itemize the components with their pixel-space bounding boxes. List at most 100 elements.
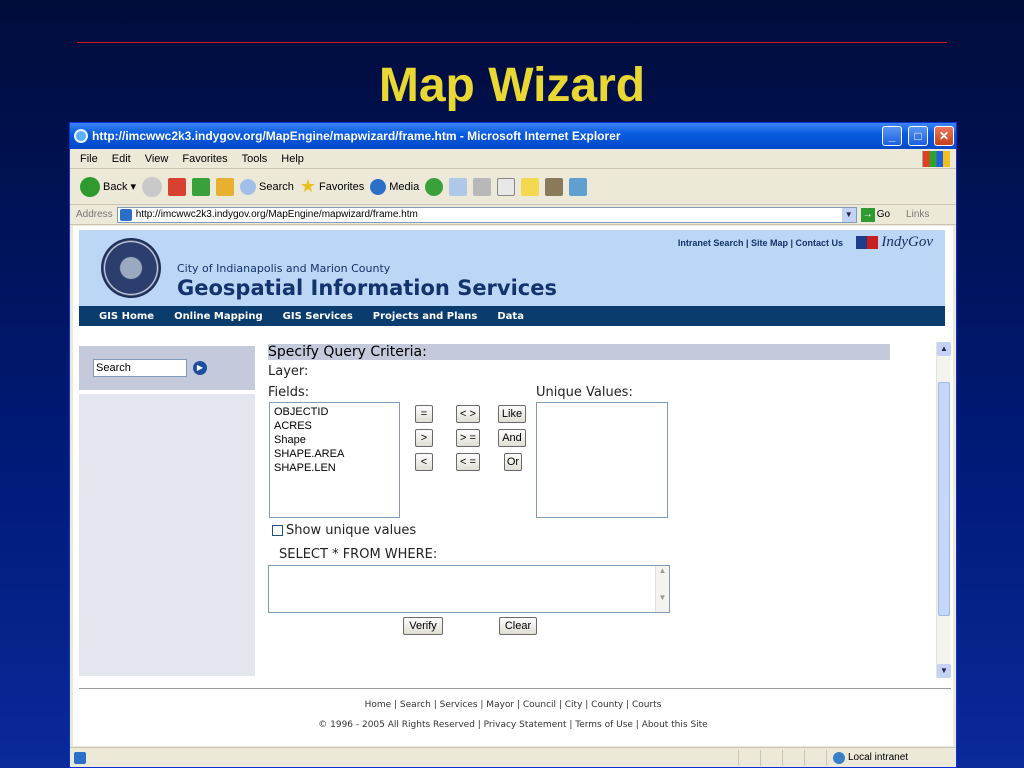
- op-less-equal-button[interactable]: < =: [456, 453, 480, 471]
- site-nav: GIS Home Online Mapping GIS Services Pro…: [79, 306, 945, 326]
- scroll-thumb[interactable]: [938, 382, 950, 616]
- go-button[interactable]: → Go: [860, 207, 890, 222]
- favorites-label: Favorites: [319, 180, 365, 193]
- research-button[interactable]: [545, 177, 564, 196]
- back-button[interactable]: Back ▾: [80, 176, 136, 197]
- address-bar: Address http://imcwwc2k3.indygov.org/Map…: [70, 205, 956, 225]
- op-greater-button[interactable]: >: [415, 429, 433, 447]
- media-icon: [370, 178, 387, 195]
- address-dropdown[interactable]: ▼: [841, 207, 856, 222]
- show-unique-label: Show unique values: [286, 523, 417, 538]
- sql-label: SELECT * FROM WHERE:: [279, 547, 438, 562]
- op-less-button[interactable]: <: [415, 453, 433, 471]
- org-name: City of Indianapolis and Marion County: [177, 262, 391, 275]
- indygov-logo[interactable]: IndyGov: [856, 234, 933, 251]
- search-label: Search: [259, 180, 294, 193]
- nav-projects-plans[interactable]: Projects and Plans: [373, 311, 478, 322]
- field-item[interactable]: Shape: [274, 433, 395, 447]
- menu-edit[interactable]: Edit: [112, 153, 131, 165]
- forward-button[interactable]: [142, 176, 162, 197]
- op-equals-button[interactable]: =: [415, 405, 433, 423]
- footer-links[interactable]: Home | Search | Services | Mayor | Counc…: [73, 700, 953, 710]
- page-status-icon: [74, 751, 86, 764]
- minimize-button[interactable]: _: [882, 126, 902, 146]
- media-button[interactable]: Media: [370, 178, 419, 195]
- history-button[interactable]: [425, 177, 444, 196]
- field-item[interactable]: SHAPE.AREA: [274, 447, 395, 461]
- verify-button[interactable]: Verify: [403, 617, 443, 635]
- search-go-icon[interactable]: ▶: [193, 361, 207, 375]
- unique-values-list[interactable]: [536, 402, 668, 518]
- nav-online-mapping[interactable]: Online Mapping: [174, 311, 263, 322]
- frame-scrollbar[interactable]: ▲ ▼: [936, 342, 951, 678]
- search-button[interactable]: Search: [240, 178, 294, 195]
- sql-scrollbar[interactable]: ▲ ▼: [655, 566, 669, 612]
- op-and-button[interactable]: And: [498, 429, 526, 447]
- field-item[interactable]: ACRES: [274, 419, 395, 433]
- footer-copyright[interactable]: © 1996 - 2005 All Rights Reserved | Priv…: [73, 720, 953, 730]
- status-pane: [738, 749, 760, 766]
- print-button[interactable]: [473, 177, 492, 196]
- menu-view[interactable]: View: [145, 153, 169, 165]
- favorites-button[interactable]: ★ Favorites: [300, 176, 364, 197]
- field-item[interactable]: OBJECTID: [274, 405, 395, 419]
- footer-divider: [79, 688, 951, 689]
- messenger-button[interactable]: [569, 177, 588, 196]
- field-item[interactable]: SHAPE.LEN: [274, 461, 395, 475]
- close-button[interactable]: ✕: [934, 126, 954, 146]
- go-arrow-icon: →: [860, 207, 875, 222]
- sidebar: ▶: [79, 346, 255, 676]
- site-search-input[interactable]: [93, 359, 187, 377]
- slide-title: Map Wizard: [378, 59, 646, 112]
- refresh-button[interactable]: [192, 177, 210, 196]
- toolbar: Back ▾ Search ★ Favorites Media: [70, 169, 956, 205]
- ie-icon: [74, 129, 88, 143]
- links-button[interactable]: Links: [906, 209, 929, 220]
- op-or-button[interactable]: Or: [504, 453, 522, 471]
- show-unique-checkbox[interactable]: [272, 525, 283, 536]
- nav-gis-home[interactable]: GIS Home: [99, 311, 154, 322]
- sql-textarea[interactable]: ▲ ▼: [268, 565, 670, 613]
- menu-help[interactable]: Help: [281, 153, 304, 165]
- scroll-up-arrow[interactable]: ▲: [937, 342, 951, 356]
- fields-list[interactable]: OBJECTID ACRES Shape SHAPE.AREA SHAPE.LE…: [269, 402, 400, 518]
- mail-button[interactable]: [449, 177, 468, 196]
- stop-button[interactable]: [168, 177, 186, 196]
- home-button[interactable]: [216, 177, 234, 196]
- windows-flag-icon: [922, 151, 950, 167]
- site-title: Geospatial Information Services: [177, 276, 557, 300]
- address-field[interactable]: http://imcwwc2k3.indygov.org/MapEngine/m…: [116, 206, 857, 223]
- page-icon: [119, 208, 132, 221]
- menu-favorites[interactable]: Favorites: [182, 153, 227, 165]
- status-pane: [782, 749, 804, 766]
- op-not-equals-button[interactable]: < >: [456, 405, 480, 423]
- query-heading: Specify Query Criteria:: [268, 344, 890, 360]
- nav-data[interactable]: Data: [497, 311, 524, 322]
- scroll-down-arrow[interactable]: ▼: [937, 664, 951, 678]
- op-greater-equal-button[interactable]: > =: [456, 429, 480, 447]
- maximize-button[interactable]: □: [908, 126, 928, 146]
- discuss-button[interactable]: [521, 177, 540, 196]
- op-like-button[interactable]: Like: [498, 405, 526, 423]
- top-links[interactable]: Intranet Search | Site Map | Contact Us: [678, 238, 843, 248]
- edit-button[interactable]: [497, 177, 516, 196]
- page-content: Intranet Search | Site Map | Contact Us …: [73, 226, 953, 746]
- show-unique-values[interactable]: Show unique values: [272, 523, 416, 538]
- indygov-label: IndyGov: [881, 234, 933, 250]
- status-pane: [760, 749, 782, 766]
- status-pane: [804, 749, 826, 766]
- address-label: Address: [76, 209, 113, 220]
- clear-button[interactable]: Clear: [499, 617, 537, 635]
- unique-values-label: Unique Values:: [536, 385, 633, 400]
- menu-file[interactable]: File: [80, 153, 98, 165]
- nav-gis-services[interactable]: GIS Services: [283, 311, 353, 322]
- address-url: http://imcwwc2k3.indygov.org/MapEngine/m…: [135, 209, 418, 220]
- title-bar: http://imcwwc2k3.indygov.org/MapEngine/m…: [70, 123, 956, 149]
- browser-window: http://imcwwc2k3.indygov.org/MapEngine/m…: [69, 122, 957, 768]
- site-header: Intranet Search | Site Map | Contact Us …: [79, 230, 945, 306]
- indy-flag-icon: [856, 236, 879, 249]
- menu-tools[interactable]: Tools: [242, 153, 268, 165]
- back-label: Back: [103, 180, 128, 193]
- back-arrow-icon: [80, 176, 100, 197]
- layer-label: Layer:: [268, 364, 309, 379]
